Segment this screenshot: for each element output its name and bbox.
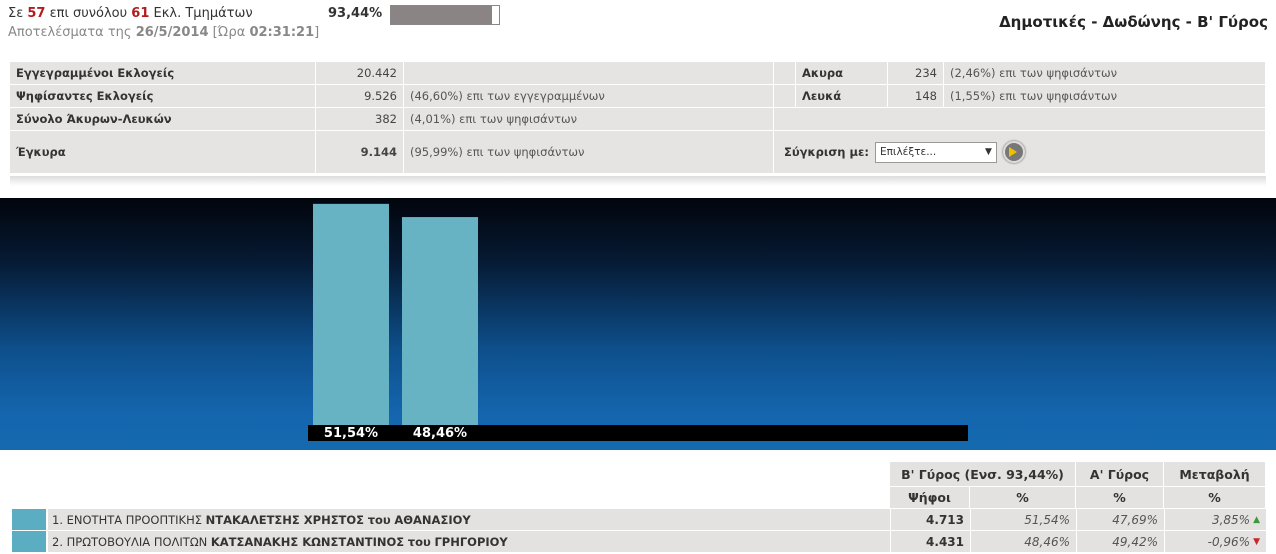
votes-cell: 4.713 — [890, 509, 970, 530]
results-table: Β' Γύρος (Ενσ. 93,44%) Α' Γύρος Μεταβολή… — [0, 462, 1276, 554]
votes-subheader: Ψήφοι — [890, 487, 970, 509]
father-name: ΑΘΑΝΑΣΙΟΥ — [394, 512, 471, 527]
trend-up-icon: ▲ — [1253, 514, 1260, 525]
results-date: 26/5/2014 — [135, 25, 209, 40]
suffix-text: Εκλ. Τμημάτων — [153, 6, 253, 21]
pct-r1-cell: 49,42% — [1076, 531, 1164, 552]
pct-subheader: % — [970, 487, 1076, 509]
compare-cell: Σύγκριση με: Επιλέξτε... ▼ — [774, 131, 1266, 174]
stats-shadow — [10, 176, 1266, 186]
round2-header: Β' Γύρος (Ενσ. 93,44%) — [890, 462, 1076, 487]
valid-value: 9.144 — [316, 131, 404, 174]
invalid-desc: (2,46%) επι των ψηφισάντων — [944, 62, 1266, 85]
invalid-label: Ακυρα — [796, 62, 888, 85]
change-subheader: % — [1164, 487, 1266, 509]
page-title: Δημοτικές - Δωδώνης - Β' Γύρος — [999, 13, 1268, 31]
spacer-cell — [774, 85, 796, 108]
compare-select[interactable]: Επιλέξτε... ▼ — [874, 141, 997, 163]
stats-table: Εγγεγραμμένοι Εκλογείς 20.442 Ακυρα 234 … — [10, 62, 1266, 174]
invalid-value: 234 — [888, 62, 944, 85]
chart-label-strip — [308, 425, 968, 441]
pct-r1-cell: 47,69% — [1076, 509, 1164, 530]
results-timestamp: Αποτελέσματα της 26/5/2014 [Ώρα 02:31:21… — [8, 25, 319, 40]
compare-select-value: Επιλέξτε... — [879, 146, 937, 158]
candidate-fullname: ΚΑΤΣΑΝΑΚΗΣ ΚΩΝΣΤΑΝΤΙΝΟΣ — [210, 534, 405, 549]
table-row[interactable]: 2. ΠΡΩΤΟΒΟΥΛΙΑ ΠΟΛΙΤΩΝ ΚΑΤΣΑΝΑΚΗΣ ΚΩΝΣΤΑ… — [10, 531, 1266, 553]
candidate-name: 2. ΠΡΩΤΟΒΟΥΛΙΑ ΠΟΛΙΤΩΝ ΚΑΤΣΑΝΑΚΗΣ ΚΩΝΣΤΑ… — [48, 531, 898, 552]
invalid-blank-value: 382 — [316, 108, 404, 131]
change-cell: -0,96% ▼ — [1164, 531, 1266, 552]
change-cell: 3,85% ▲ — [1164, 509, 1266, 530]
sections-counted-text: Σε 57 επι συνόλου 61 Εκλ. Τμημάτων — [8, 6, 253, 21]
time-label: [Ώρα — [212, 25, 246, 40]
pct-cell: 51,54% — [970, 509, 1076, 530]
change-value: -0,96% — [1207, 534, 1251, 549]
compare-label: Σύγκριση με: — [784, 145, 869, 159]
change-value: 3,85% — [1211, 512, 1251, 527]
counted-percent: 93,44% — [328, 6, 383, 21]
of-text: του — [407, 534, 431, 549]
row-number: 2. — [52, 534, 63, 549]
prefix-text: Σε — [8, 6, 24, 21]
chart-value-label: 48,46% — [413, 426, 467, 441]
father-name: ΓΡΗΓΟΡΙΟΥ — [434, 534, 508, 549]
go-arrow-icon[interactable] — [1002, 141, 1025, 163]
voted-label: Ψηφίσαντες Εκλογείς — [10, 85, 316, 108]
empty-cell — [774, 108, 1266, 131]
blank-desc: (1,55%) επι των ψηφισάντων — [944, 85, 1266, 108]
dropdown-arrow-icon: ▼ — [985, 147, 992, 157]
of-text: του — [367, 512, 391, 527]
registered-value: 20.442 — [316, 62, 404, 85]
results-time: 02:31:21 — [249, 25, 315, 40]
middle-text: επι συνόλου — [49, 6, 128, 21]
table-row[interactable]: 1. ΕΝΟΤΗΤΑ ΠΡΟΟΠΤΙΚΗΣ ΝΤΑΚΑΛΕΤΣΗΣ ΧΡΗΣΤΟ… — [10, 509, 1266, 531]
blank-label: Λευκά — [796, 85, 888, 108]
round1-header: Α' Γύρος — [1076, 462, 1164, 487]
invalid-blank-desc: (4,01%) επι των ψηφισάντων — [404, 108, 774, 131]
candidate-fullname: ΝΤΑΚΑΛΕΤΣΗΣ ΧΡΗΣΤΟΣ — [205, 512, 365, 527]
valid-label: Έγκυρα — [10, 131, 316, 174]
registered-desc — [404, 62, 774, 85]
results-header: Σε 57 επι συνόλου 61 Εκλ. Τμημάτων 93,44… — [8, 5, 1268, 55]
pct-r1-subheader: % — [1076, 487, 1164, 509]
results-label: Αποτελέσματα της — [8, 25, 132, 40]
voted-desc: (46,60%) επι των εγγεγραμμένων — [404, 85, 774, 108]
voted-value: 9.526 — [316, 85, 404, 108]
party-name: ΠΡΩΤΟΒΟΥΛΙΑ ΠΟΛΙΤΩΝ — [66, 534, 208, 549]
chart-svg: 51,54% 48,46% — [308, 203, 968, 441]
candidate-name: 1. ΕΝΟΤΗΤΑ ΠΡΟΟΠΤΙΚΗΣ ΝΤΑΚΑΛΕΤΣΗΣ ΧΡΗΣΤΟ… — [48, 509, 898, 530]
blank-value: 148 — [888, 85, 944, 108]
trend-down-icon: ▼ — [1253, 536, 1260, 547]
counted-sections: 57 — [27, 6, 46, 21]
total-sections: 61 — [131, 6, 150, 21]
time-close: ] — [314, 25, 320, 40]
chart-value-label: 51,54% — [324, 426, 378, 441]
row-number: 1. — [52, 512, 63, 527]
chart-bar — [313, 203, 389, 425]
registered-label: Εγγεγραμμένοι Εκλογείς — [10, 62, 316, 85]
pct-cell: 48,46% — [970, 531, 1076, 552]
count-progress-bar — [390, 5, 500, 25]
candidate-color-swatch — [12, 531, 46, 552]
valid-desc: (95,99%) επι των ψηφισάντων — [404, 131, 774, 174]
results-chart: 51,54% 48,46% — [0, 198, 1276, 450]
spacer-cell — [774, 62, 796, 85]
invalid-blank-label: Σύνολο Άκυρων-Λευκών — [10, 108, 316, 131]
count-progress-fill — [391, 6, 492, 24]
change-header: Μεταβολή — [1164, 462, 1266, 487]
party-name: ΕΝΟΤΗΤΑ ΠΡΟΟΠΤΙΚΗΣ — [66, 512, 202, 527]
chart-bar — [402, 217, 478, 425]
votes-cell: 4.431 — [890, 531, 970, 552]
candidate-color-swatch — [12, 509, 46, 530]
